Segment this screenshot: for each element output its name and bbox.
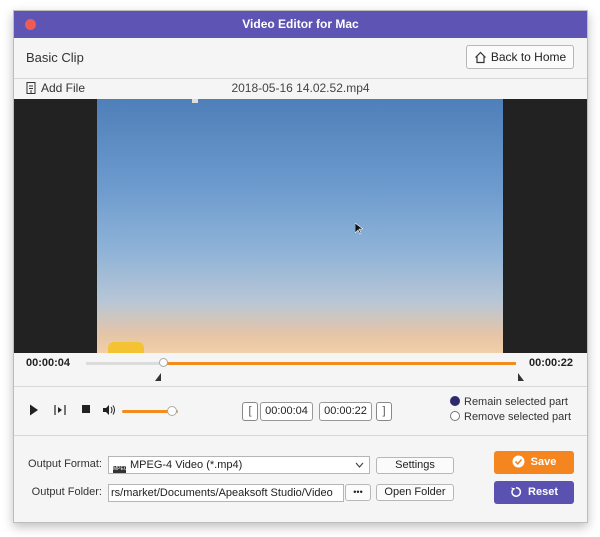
end-trim-handle[interactable] xyxy=(518,373,524,381)
video-player xyxy=(14,99,587,353)
start-time-field[interactable]: 00:00:04 xyxy=(260,402,313,421)
remove-label: Remove selected part xyxy=(464,411,571,423)
play-icon[interactable] xyxy=(29,404,39,416)
stop-icon[interactable] xyxy=(81,404,91,414)
app-window: Video Editor for Mac Basic Clip Back to … xyxy=(13,10,588,523)
file-bar: Add File 2018-05-16 14.02.52.mp4 xyxy=(14,79,587,98)
open-folder-button[interactable]: Open Folder xyxy=(376,484,454,501)
output-folder-field[interactable]: rs/market/Documents/Apeaksoft Studio/Vid… xyxy=(108,484,344,502)
output-folder-label: Output Folder: xyxy=(31,486,102,498)
end-time-field[interactable]: 00:00:22 xyxy=(319,402,372,421)
save-button[interactable]: Save xyxy=(494,451,574,474)
output-format-label: Output Format: xyxy=(28,458,102,470)
back-to-home-button[interactable]: Back to Home xyxy=(466,45,574,69)
file-name: 2018-05-16 14.02.52.mp4 xyxy=(231,81,370,95)
close-window-button[interactable] xyxy=(25,19,36,30)
chevron-down-icon xyxy=(355,462,364,468)
save-label: Save xyxy=(530,456,557,468)
back-to-home-label: Back to Home xyxy=(490,50,567,64)
set-start-button[interactable]: [ xyxy=(242,402,258,421)
remain-label: Remain selected part xyxy=(464,396,568,408)
home-icon xyxy=(474,51,486,64)
playback-controls: [ 00:00:04 00:00:22 ] Remain selected pa… xyxy=(14,387,587,436)
clip-marker xyxy=(108,342,144,353)
video-preview[interactable] xyxy=(97,99,503,353)
crop-handle[interactable] xyxy=(192,99,198,103)
settings-button[interactable]: Settings xyxy=(376,457,454,474)
volume-thumb[interactable] xyxy=(167,406,178,416)
output-format-value: MPEG-4 Video (*.mp4) xyxy=(130,459,243,471)
end-time: 00:00:22 xyxy=(528,357,573,369)
timeline-track[interactable] xyxy=(86,358,516,367)
format-icon: MPEG 4 xyxy=(113,466,132,473)
output-format-select[interactable]: MPEG 4MPEG-4 Video (*.mp4) xyxy=(108,456,370,474)
mouse-cursor-icon xyxy=(355,223,363,235)
current-time: 00:00:04 xyxy=(26,357,71,369)
timeline: 00:00:04 00:00:22 xyxy=(14,353,587,387)
clip-header: Basic Clip Back to Home xyxy=(14,38,587,79)
step-icon[interactable] xyxy=(54,404,66,416)
radio-checked-icon xyxy=(450,396,460,406)
browse-folder-button[interactable]: ••• xyxy=(345,484,371,501)
reset-icon xyxy=(511,487,522,497)
selected-range xyxy=(163,362,516,365)
title-bar: Video Editor for Mac xyxy=(14,11,587,38)
window-title: Video Editor for Mac xyxy=(242,17,359,31)
radio-unchecked-icon xyxy=(450,411,460,421)
reset-button[interactable]: Reset xyxy=(494,481,574,504)
set-end-button[interactable]: ] xyxy=(376,402,392,421)
output-panel: Output Format: MPEG 4MPEG-4 Video (*.mp4… xyxy=(14,436,587,522)
start-trim-handle[interactable] xyxy=(155,373,161,381)
playhead[interactable] xyxy=(159,358,169,367)
check-icon xyxy=(512,455,525,468)
remove-selected-option[interactable]: Remove selected part xyxy=(450,411,571,423)
volume-icon[interactable] xyxy=(102,404,116,416)
page-title: Basic Clip xyxy=(26,50,84,65)
remain-selected-option[interactable]: Remain selected part xyxy=(450,396,568,408)
reset-label: Reset xyxy=(528,486,558,498)
